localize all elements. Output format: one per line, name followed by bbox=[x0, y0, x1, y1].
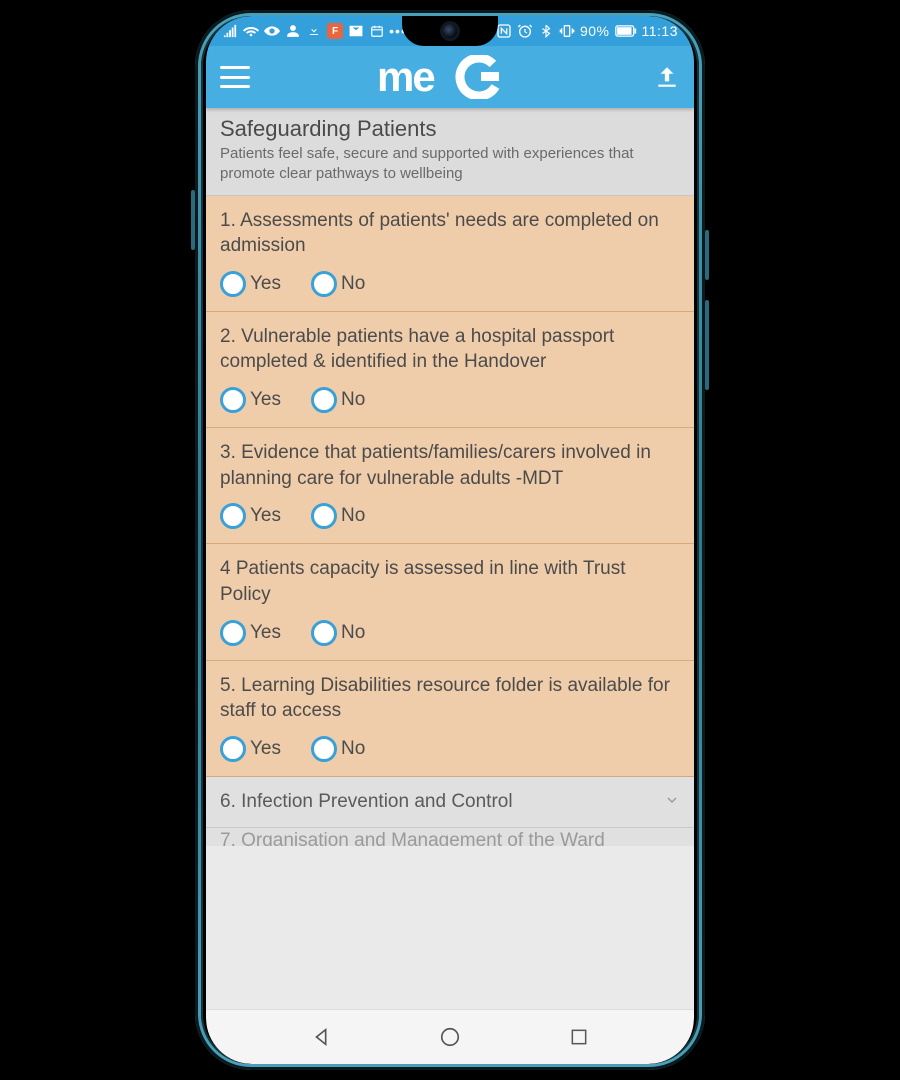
option-label: No bbox=[341, 738, 365, 760]
option-yes[interactable]: Yes bbox=[220, 503, 281, 529]
option-label: Yes bbox=[250, 622, 281, 644]
option-label: No bbox=[341, 273, 365, 295]
app-header: me bbox=[206, 46, 694, 108]
radio-icon[interactable] bbox=[220, 736, 246, 762]
option-no[interactable]: No bbox=[311, 620, 365, 646]
option-label: Yes bbox=[250, 389, 281, 411]
upload-button[interactable] bbox=[654, 64, 680, 90]
calendar-icon bbox=[369, 23, 385, 39]
radio-icon[interactable] bbox=[220, 620, 246, 646]
person-icon bbox=[285, 23, 301, 39]
radio-icon[interactable] bbox=[220, 503, 246, 529]
collapsed-section[interactable]: 6. Infection Prevention and Control bbox=[206, 777, 694, 828]
option-no[interactable]: No bbox=[311, 387, 365, 413]
bluetooth-icon bbox=[538, 23, 554, 39]
option-label: Yes bbox=[250, 505, 281, 527]
vibrate-icon bbox=[559, 23, 575, 39]
radio-icon[interactable] bbox=[311, 387, 337, 413]
question-text: 4 Patients capacity is assessed in line … bbox=[220, 556, 680, 607]
phone-side-button bbox=[705, 300, 709, 390]
chevron-down-icon bbox=[664, 792, 680, 811]
question-item: 2. Vulnerable patients have a hospital p… bbox=[206, 312, 694, 428]
question-text: 5. Learning Disabilities resource folder… bbox=[220, 673, 680, 724]
option-no[interactable]: No bbox=[311, 736, 365, 762]
radio-icon[interactable] bbox=[311, 620, 337, 646]
option-yes[interactable]: Yes bbox=[220, 271, 281, 297]
battery-percent: 90% bbox=[580, 23, 610, 39]
radio-icon[interactable] bbox=[220, 271, 246, 297]
option-label: No bbox=[341, 389, 365, 411]
phone-frame: F ••• bbox=[195, 10, 705, 1070]
option-label: Yes bbox=[250, 738, 281, 760]
recents-button[interactable] bbox=[566, 1024, 592, 1050]
option-yes[interactable]: Yes bbox=[220, 387, 281, 413]
radio-icon[interactable] bbox=[220, 387, 246, 413]
radio-icon[interactable] bbox=[311, 503, 337, 529]
question-text: 1. Assessments of patients' needs are co… bbox=[220, 208, 680, 259]
form-content[interactable]: Safeguarding Patients Patients feel safe… bbox=[206, 108, 694, 1010]
radio-icon[interactable] bbox=[311, 736, 337, 762]
collapsed-section-label: 6. Infection Prevention and Control bbox=[220, 791, 513, 813]
front-camera bbox=[443, 24, 457, 38]
section-header: Safeguarding Patients Patients feel safe… bbox=[206, 108, 694, 196]
home-button[interactable] bbox=[437, 1024, 463, 1050]
question-text: 2. Vulnerable patients have a hospital p… bbox=[220, 324, 680, 375]
collapsed-section-label: 7. Organisation and Management of the Wa… bbox=[220, 830, 605, 846]
nfc-icon bbox=[496, 23, 512, 39]
svg-text:me: me bbox=[377, 55, 434, 99]
phone-side-button bbox=[191, 190, 195, 250]
option-label: No bbox=[341, 505, 365, 527]
wifi-icon bbox=[243, 23, 259, 39]
android-nav-bar bbox=[206, 1009, 694, 1064]
option-yes[interactable]: Yes bbox=[220, 736, 281, 762]
battery-icon bbox=[615, 23, 637, 39]
question-item: 5. Learning Disabilities resource folder… bbox=[206, 661, 694, 777]
question-item: 1. Assessments of patients' needs are co… bbox=[206, 196, 694, 312]
collapsed-section[interactable]: 7. Organisation and Management of the Wa… bbox=[206, 828, 694, 846]
phone-notch bbox=[402, 16, 498, 46]
section-subtitle: Patients feel safe, secure and supported… bbox=[220, 144, 680, 185]
eye-icon bbox=[264, 23, 280, 39]
question-item: 4 Patients capacity is assessed in line … bbox=[206, 544, 694, 660]
download-icon bbox=[306, 23, 322, 39]
back-button[interactable] bbox=[309, 1024, 335, 1050]
app-notification-icon: F bbox=[327, 23, 343, 39]
question-item: 3. Evidence that patients/families/carer… bbox=[206, 428, 694, 544]
brand-logo: me bbox=[377, 55, 527, 99]
phone-side-button bbox=[705, 230, 709, 280]
option-label: Yes bbox=[250, 273, 281, 295]
signal-icon bbox=[222, 23, 238, 39]
radio-icon[interactable] bbox=[311, 271, 337, 297]
option-label: No bbox=[341, 622, 365, 644]
option-no[interactable]: No bbox=[311, 271, 365, 297]
clock: 11:13 bbox=[642, 23, 679, 39]
question-text: 3. Evidence that patients/families/carer… bbox=[220, 440, 680, 491]
option-yes[interactable]: Yes bbox=[220, 620, 281, 646]
alarm-icon bbox=[517, 23, 533, 39]
section-title: Safeguarding Patients bbox=[220, 116, 680, 142]
mail-icon bbox=[348, 23, 364, 39]
menu-button[interactable] bbox=[220, 66, 250, 88]
option-no[interactable]: No bbox=[311, 503, 365, 529]
